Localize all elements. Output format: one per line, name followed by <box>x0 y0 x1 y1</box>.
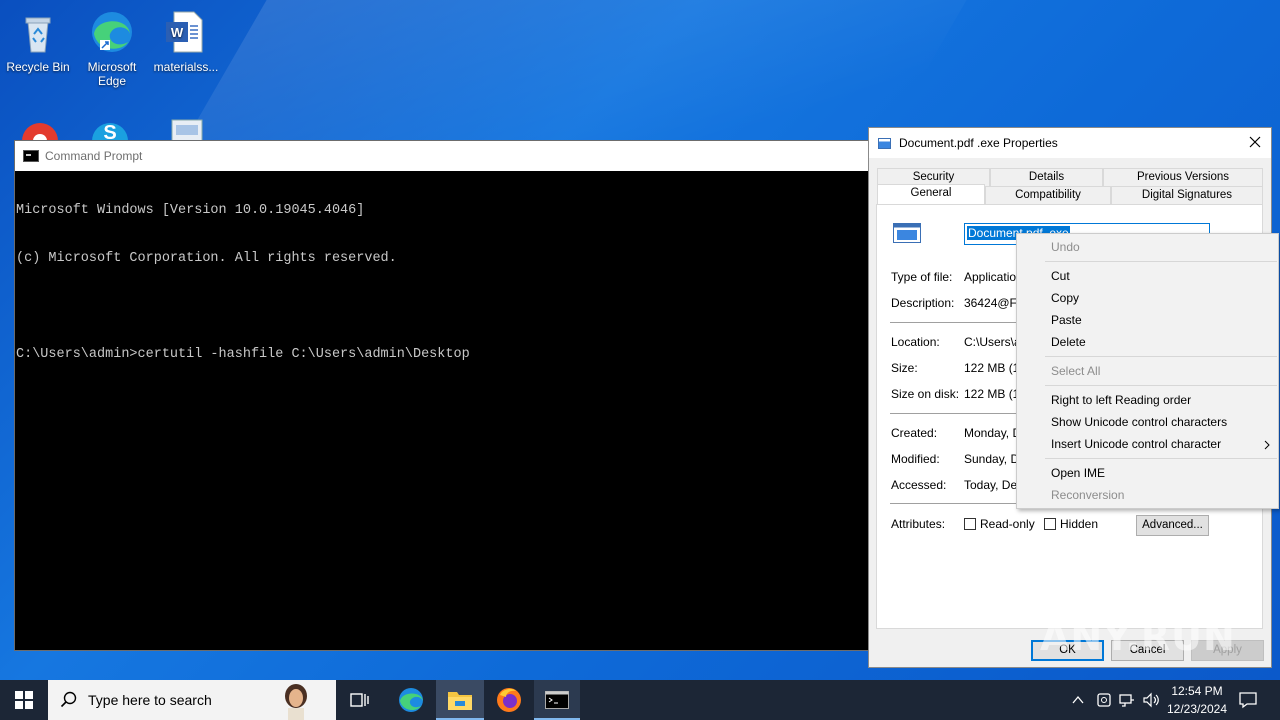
menu-item-insert-unicode[interactable]: Insert Unicode control character <box>1051 437 1221 451</box>
command-prompt-icon <box>545 691 569 709</box>
taskbar-command-prompt[interactable] <box>534 680 580 720</box>
menu-separator <box>1045 458 1277 459</box>
type-of-file-label: Type of file: <box>891 270 953 284</box>
application-icon <box>878 137 891 149</box>
cmd-title-bar[interactable]: Command Prompt <box>15 141 869 171</box>
search-highlight-illustration-icon <box>285 684 307 720</box>
skype-icon[interactable]: S <box>90 117 130 141</box>
menu-separator <box>1045 261 1277 262</box>
notification-center-icon[interactable] <box>1238 691 1258 709</box>
menu-separator <box>1045 356 1277 357</box>
checkbox-box[interactable] <box>1044 518 1056 530</box>
cmd-title: Command Prompt <box>45 149 143 163</box>
tab-digital-signatures[interactable]: Digital Signatures <box>1111 186 1263 204</box>
menu-item-paste[interactable]: Paste <box>1051 313 1082 327</box>
document-icon[interactable] <box>170 118 204 140</box>
taskbar-search-box[interactable]: Type here to search <box>48 680 336 720</box>
hidden-label: Hidden <box>1060 517 1099 531</box>
created-label: Created: <box>891 426 938 440</box>
svg-text:W: W <box>171 25 184 40</box>
task-view-button[interactable] <box>340 680 380 720</box>
taskbar-edge[interactable] <box>388 680 434 720</box>
menu-item-delete[interactable]: Delete <box>1051 335 1086 349</box>
console-line: Microsoft Windows [Version 10.0.19045.40… <box>16 203 365 218</box>
clock-time[interactable]: 12:54 PM <box>1162 684 1232 698</box>
size-label: Size: <box>891 361 918 375</box>
tab-compatibility[interactable]: Compatibility <box>985 186 1111 204</box>
attributes-label: Attributes: <box>891 517 946 531</box>
taskbar-firefox[interactable] <box>486 680 532 720</box>
cmd-console[interactable]: Microsoft Windows [Version 10.0.19045.40… <box>15 171 869 395</box>
readonly-checkbox[interactable]: Read-only <box>964 517 1035 531</box>
location-label: Location: <box>891 335 940 349</box>
properties-title-bar[interactable]: Document.pdf .exe Properties <box>869 128 1271 158</box>
file-type-icon <box>893 223 921 243</box>
network-icon[interactable] <box>1118 691 1136 709</box>
console-line: C:\Users\admin>certutil -hashfile C:\Use… <box>16 347 470 362</box>
menu-item-rtl-reading-order[interactable]: Right to left Reading order <box>1051 393 1191 407</box>
tab-general[interactable]: General <box>877 184 985 204</box>
menu-item-reconversion[interactable]: Reconversion <box>1051 488 1124 502</box>
desktop-icon-label: materialss... <box>153 60 219 74</box>
edge-icon <box>92 12 132 52</box>
menu-item-copy[interactable]: Copy <box>1051 291 1079 305</box>
edge-icon <box>399 688 423 712</box>
accessed-label: Accessed: <box>891 478 947 492</box>
clock-date[interactable]: 12/23/2024 <box>1162 702 1232 716</box>
chrome-icon[interactable] <box>20 115 60 141</box>
desktop-icon-edge[interactable]: Microsoft Edge <box>74 8 150 88</box>
tab-previous-versions[interactable]: Previous Versions <box>1103 168 1263 186</box>
folder-icon <box>448 692 472 710</box>
svg-text:S: S <box>103 122 116 141</box>
type-of-file-value: Application <box>964 270 1023 284</box>
anyrun-watermark: ANY.RUN <box>1040 615 1236 659</box>
search-icon <box>60 691 77 708</box>
command-prompt-window[interactable]: Command Prompt Microsoft Windows [Versio… <box>14 140 870 651</box>
cmd-app-icon <box>23 150 39 162</box>
menu-item-open-ime[interactable]: Open IME <box>1051 466 1105 480</box>
menu-separator <box>1045 385 1277 386</box>
hidden-checkbox[interactable]: Hidden <box>1044 517 1098 531</box>
desktop-icon-recycle-bin[interactable]: Recycle Bin <box>0 8 76 74</box>
chevron-right-icon <box>1264 440 1270 450</box>
location-value: C:\Users\a <box>964 335 1021 349</box>
menu-item-select-all[interactable]: Select All <box>1051 364 1100 378</box>
description-label: Description: <box>891 296 955 310</box>
checkbox-box[interactable] <box>964 518 976 530</box>
properties-title: Document.pdf .exe Properties <box>899 136 1058 150</box>
search-placeholder: Type here to search <box>88 692 212 708</box>
desktop-icon-label: Recycle Bin <box>6 60 70 74</box>
readonly-label: Read-only <box>980 517 1035 531</box>
tab-details[interactable]: Details <box>990 168 1103 186</box>
close-icon[interactable] <box>1247 134 1263 150</box>
edit-context-menu: Undo Cut Copy Paste Delete Select All Ri… <box>1016 233 1279 509</box>
advanced-button[interactable]: Advanced... <box>1136 515 1209 536</box>
desktop-icon-label: Microsoft Edge <box>87 60 137 88</box>
accessed-value: Today, Dec <box>964 478 1024 492</box>
chevron-up-icon[interactable] <box>1071 693 1085 707</box>
defender-icon[interactable] <box>1096 691 1112 709</box>
volume-icon[interactable] <box>1142 691 1160 709</box>
modified-label: Modified: <box>891 452 940 466</box>
menu-item-cut[interactable]: Cut <box>1051 269 1070 283</box>
word-document-icon: W <box>166 11 203 53</box>
windows-logo-icon <box>15 691 33 709</box>
taskbar: Type here to search 12:54 PM 12/23/2024 <box>0 680 1280 720</box>
desktop-icon-word-doc[interactable]: W materialss... <box>148 8 224 74</box>
console-line: (c) Microsoft Corporation. All rights re… <box>16 251 397 266</box>
task-view-icon <box>350 693 369 707</box>
size-on-disk-label: Size on disk: <box>891 387 960 401</box>
start-button[interactable] <box>0 680 48 720</box>
menu-item-show-unicode[interactable]: Show Unicode control characters <box>1051 415 1227 429</box>
properties-tabs: Security Details Previous Versions Gener… <box>877 168 1263 204</box>
firefox-icon <box>497 688 521 712</box>
recycle-bin-icon <box>25 17 51 53</box>
taskbar-file-explorer[interactable] <box>436 680 484 720</box>
menu-item-undo[interactable]: Undo <box>1051 240 1080 254</box>
created-value: Monday, D <box>964 426 1022 440</box>
